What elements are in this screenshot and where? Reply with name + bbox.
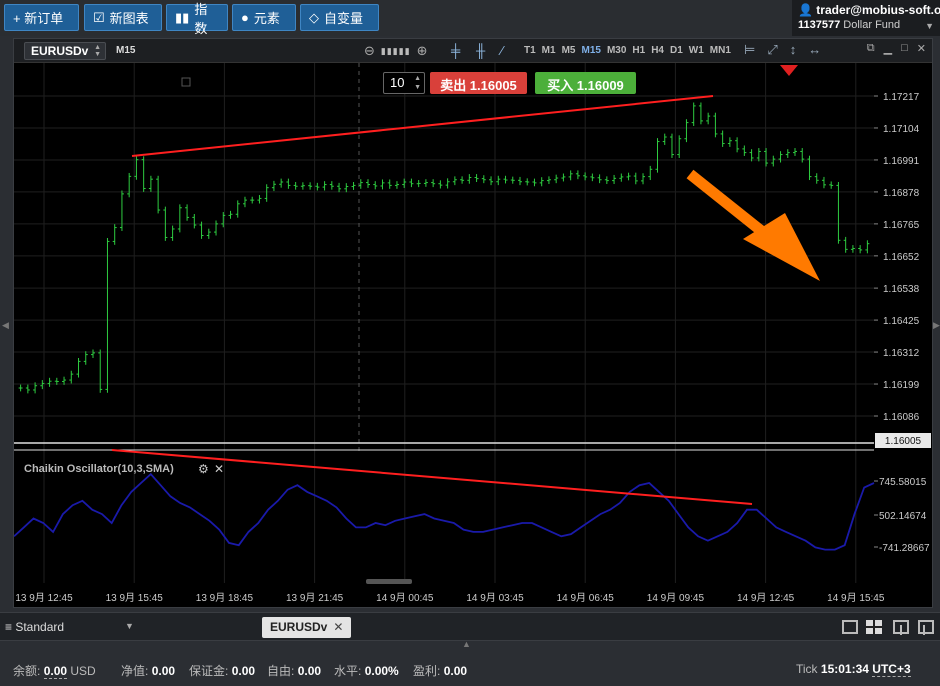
chevron-down-icon: ▼ [125,621,134,631]
time-tick-label: 14 9月 12:45 [737,592,795,604]
shapes-icon: ● [241,10,249,25]
tab-label: EURUSDv [270,620,328,634]
indicators-button[interactable]: ▮▮ 指数 [166,2,228,36]
tick-label: Tick [796,662,818,676]
profit-label: 盈利: [413,664,441,678]
price-tick-label: 1.16652 [883,252,920,263]
account-panel[interactable]: 👤 trader@mobius-soft.org 1137577 Dollar … [792,0,940,36]
layout-columns-icon[interactable] [893,620,909,635]
layout-selector[interactable]: ≡ Standard ▼ [5,620,134,634]
free-label: 自由: [267,664,295,678]
status-bar: ▲ 余额: 0.00 USD 净值: 0.00 保证金: 0.00 自由: 0.… [0,639,940,686]
close-tab-icon[interactable]: ✕ [333,620,343,634]
plot-area [14,63,874,583]
timezone-selector[interactable]: UTC+3 [872,662,911,677]
time-tick-label: 13 9月 12:45 [15,592,73,604]
sell-label: 卖出 1.16005 [440,78,517,93]
server-time: Tick 15:01:34 UTC+3 [796,662,911,677]
updown-icon[interactable]: ▲ ▼ [414,74,421,92]
new-order-label: + 新订单 [13,11,64,26]
time-tick-label: 13 9月 21:45 [286,592,344,604]
close-indicator-icon[interactable]: ✕ [214,462,224,476]
current-price-text: 1.16005 [885,436,922,447]
buy-button[interactable]: 买入 1.16009 [535,72,636,94]
price-tick-label: 1.16312 [883,348,920,359]
time-tick-label: 13 9月 15:45 [106,592,164,604]
time-tick-label: 14 9月 00:45 [376,592,434,604]
chart-tab-strip: ≡ Standard ▼ EURUSDv ✕ [0,612,940,640]
chart-icon: ☑ [93,9,105,25]
layout-grid-icon[interactable] [866,620,882,634]
right-collapse-icon[interactable]: ▶ [933,320,940,331]
layout-name: ≡ Standard [5,620,65,634]
time-tick-label: 14 9月 06:45 [557,592,615,604]
custom-vars-label: 自变量 [324,11,364,26]
profit-value: 0.00 [443,664,468,678]
gear-icon[interactable]: ⚙ [198,462,209,476]
new-chart-button[interactable]: ☑ 新图表 [84,4,162,31]
equity-label: 净值: [121,664,149,678]
free-margin: 自由: 0.00 [267,662,321,679]
elements-button[interactable]: ● 元素 [232,4,296,31]
equity-value: 0.00 [151,664,176,678]
diamond-icon: ◇ [309,9,319,25]
level-value: 0.00% [364,664,399,678]
elements-label: 元素 [253,11,280,26]
balance-value: 0.00 [43,664,68,679]
indicators-label: 指数 [194,1,208,36]
osc-tick-label: 745.58015 [879,477,927,488]
chart-window: EURUSDv ▲ ▼ M15 ⊖ ▮▮▮▮▮ ⊕ ╪ ╫ ∕ T1 M1 M5 M15… [13,38,933,608]
time-tick-label: 13 9月 18:45 [196,592,254,604]
time-tick-label: 14 9月 09:45 [647,592,705,604]
osc-tick-label: 502.14674 [879,511,927,522]
user-icon: 👤 [798,3,813,17]
main-toolbar: + 新订单 ☑ 新图表 ▮▮ 指数 ● 元素 ◇ 自变量 👤 trader@mo… [0,0,940,36]
new-chart-label: 新图表 [109,11,149,26]
margin-value: 0.00 [231,664,256,678]
buy-label: 买入 1.16009 [547,78,624,93]
left-collapse-icon[interactable]: ◀ [2,320,9,331]
layout-rows-icon[interactable] [918,620,934,635]
price-tick-label: 1.16199 [883,380,920,391]
indicator-label: Chaikin Oscillator(10,3,SMA) [24,463,174,475]
account-fund: Dollar Fund [843,19,901,31]
osc-tick-label: -741.28667 [879,543,930,554]
lot-input[interactable]: 10 ▲ ▼ [383,72,425,94]
price-tick-label: 1.17104 [883,124,920,135]
balance: 余额: 0.00 USD [13,662,96,679]
account-user: trader@mobius-soft.org [816,3,940,17]
tick-time: 15:01:34 [820,662,869,676]
level-label: 水平: [334,664,362,678]
price-tick-label: 1.16425 [883,316,920,327]
balance-currency: USD [70,664,96,678]
tab-eurusdv[interactable]: EURUSDv ✕ [262,617,352,638]
scrollbar-thumb[interactable] [366,579,412,584]
account-number: 1137577 [798,19,841,31]
price-chart[interactable]: 1.17217 1.17104 1.16991 1.16878 1.16765 1.166… [14,39,932,607]
chevron-down-icon[interactable]: ▼ [925,21,934,31]
custom-vars-button[interactable]: ◇ 自变量 [300,4,379,31]
margin: 保证金: 0.00 [189,662,255,679]
trading-terminal: { "toolbar": { "new_order": "+ 新订单", "ne… [0,0,940,686]
time-tick-label: 14 9月 15:45 [827,592,885,604]
free-value: 0.00 [297,664,322,678]
lot-value: 10 [390,75,405,90]
price-tick-label: 1.16538 [883,284,920,295]
balance-label: 余额: [13,664,41,678]
bar-chart-icon: ▮▮ [175,9,190,25]
price-tick-label: 1.16765 [883,220,920,231]
layout-single-icon[interactable] [842,620,858,634]
profit: 盈利: 0.00 [413,662,467,679]
time-tick-label: 14 9月 03:45 [466,592,524,604]
margin-level: 水平: 0.00% [334,662,399,679]
price-tick-label: 1.16991 [883,156,920,167]
new-order-button[interactable]: + 新订单 [4,4,79,31]
margin-label: 保证金: [189,664,229,678]
price-tick-label: 1.16878 [883,188,920,199]
price-tick-label: 1.17217 [883,92,920,103]
sell-button[interactable]: 卖出 1.16005 [430,72,527,94]
price-tick-label: 1.16086 [883,412,920,423]
panel-expand-icon[interactable]: ▲ [462,639,471,649]
equity: 净值: 0.00 [121,662,175,679]
